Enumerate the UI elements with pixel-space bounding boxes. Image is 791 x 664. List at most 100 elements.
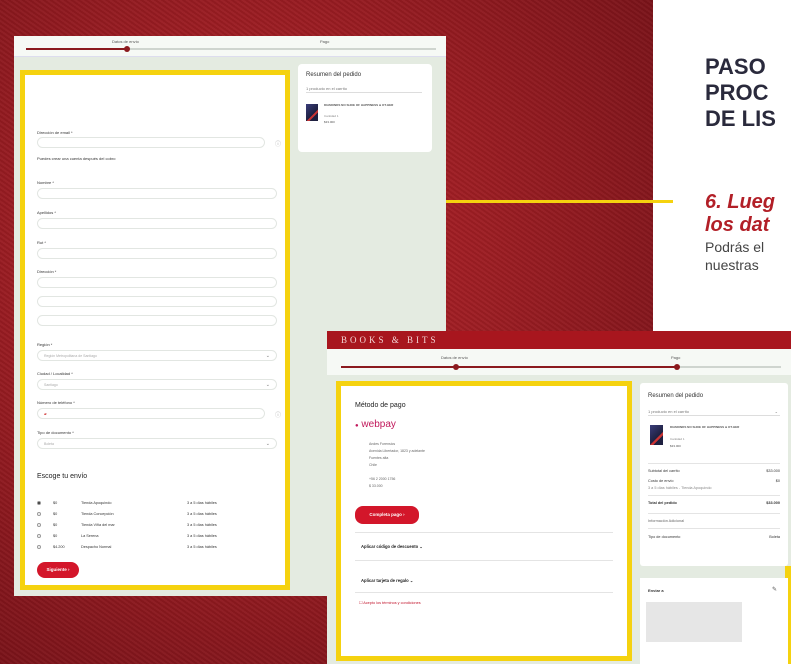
map-placeholder [646, 602, 742, 642]
step-subtitle-line-2: los dat [705, 214, 770, 236]
step-title-line-1: PASO [705, 54, 766, 79]
document-label: Tipo de documento [648, 535, 681, 539]
divider [355, 560, 613, 561]
shipping-days: 3 a 5 días hábiles [187, 523, 217, 527]
shipping-days: 3 a 5 días hábiles [187, 501, 217, 505]
address-field-1[interactable] [37, 277, 277, 288]
progress-track [677, 366, 781, 368]
document-select[interactable]: Boleta ⌄ [37, 438, 277, 449]
terms-label: Acepto los términos y condiciones [363, 601, 421, 605]
subtotal-value: $33.000 [766, 469, 780, 473]
document-value: Boleta [769, 535, 780, 539]
shipping-price: $0 [53, 512, 58, 516]
shipping-option[interactable]: $4.200 Despacho Normal 3 a 5 días hábile… [37, 545, 277, 551]
complete-payment-button[interactable]: Completa pago › [355, 506, 419, 524]
step-payment-label: Pago [671, 355, 681, 360]
cart-toggle[interactable]: 1 producto en el carrito ⌄ [648, 409, 780, 416]
address-field-3[interactable] [37, 315, 277, 326]
flag-icon: ▰ [44, 412, 47, 416]
next-button[interactable]: Siguiente › [37, 562, 79, 578]
region-label: Región * [37, 342, 53, 347]
subtotal-row: Subtotal del carrito $33.000 [648, 469, 780, 473]
subtotal-label: Subtotal del carrito [648, 469, 680, 473]
order-summary: Resumen del pedido 1 producto en el carr… [640, 383, 788, 566]
radio-selected-icon: ● [355, 423, 359, 429]
radio[interactable] [37, 523, 41, 527]
giftcard-label: Aplicar tarjeta de regalo [361, 578, 409, 583]
product-name: DIAMONDS NO SHOE OF HAPPINESS & OT-HER [670, 425, 740, 429]
cart-toggle-label: 1 producto en el carrito [306, 86, 347, 91]
address-field-2[interactable] [37, 296, 277, 307]
shipping-price: $0 [53, 523, 58, 527]
document-value: Boleta [44, 442, 54, 446]
region-select[interactable]: Región Metropolitana de Santiago ⌄ [37, 350, 277, 361]
step-description-line-2: nuestras [705, 257, 759, 273]
divider [648, 495, 780, 496]
merchant-line: Chile [369, 463, 377, 467]
phone-label: Número de teléfono * [37, 400, 75, 405]
shipping-name: Tienda Apoquindo [81, 501, 112, 505]
step-title-line-2: PROC [705, 80, 769, 105]
shipping-option[interactable]: $0 Tienda Apoquindo 3 a 5 días hábiles [37, 501, 277, 507]
giftcard-toggle[interactable]: Aplicar tarjeta de regalo ⌄ [361, 578, 413, 583]
merchant-line: Fuentes alta [369, 456, 389, 460]
progress-dot [674, 364, 680, 370]
step-subtitle-line-1: 6. Lueg [705, 191, 776, 213]
merchant-line: Andes Forensics [369, 442, 396, 446]
name-field[interactable] [37, 188, 277, 199]
summary-title: Resumen del pedido [648, 393, 704, 399]
shipping-name: La Serena [81, 534, 99, 538]
complete-payment-label: Completa pago [369, 512, 402, 517]
radio[interactable] [37, 534, 41, 538]
cart-toggle-label: 1 producto en el carrito [648, 409, 689, 414]
step-payment-label: Pago [320, 39, 330, 44]
document-row: Tipo de documento Boleta [648, 535, 780, 539]
progress-track [126, 48, 436, 50]
rut-field[interactable] [37, 248, 277, 259]
shipping-option[interactable]: $0 La Serena 3 a 5 días hábiles [37, 534, 277, 540]
book-cover [650, 425, 663, 445]
shipping-option[interactable]: $0 Tienda Concepción 3 a 5 días hábiles [37, 512, 277, 518]
email-field[interactable] [37, 137, 265, 148]
chevron-down-icon: ⌄ [265, 353, 270, 359]
city-select[interactable]: Santiago ⌄ [37, 379, 277, 390]
step-shipping-label: Datos de envío [112, 39, 139, 44]
merchant-line: +56 2 2000 1756 [369, 477, 396, 481]
progress-dot [124, 46, 130, 52]
phone-field[interactable]: ▰ [37, 408, 265, 419]
summary-title: Resumen del pedido [306, 72, 362, 78]
progress-filled [341, 366, 677, 368]
webpay-option[interactable]: ● webpay [355, 419, 396, 430]
shipping-days: 3 a 5 días hábiles [187, 512, 217, 516]
cart-toggle[interactable]: 1 producto en el carrito [306, 86, 422, 93]
shipping-row: Costo de envío $0 [648, 479, 780, 483]
terms-checkbox[interactable]: ☐ Acepto los términos y condiciones [359, 600, 421, 605]
ship-to-panel: Enviar a ✎ [640, 578, 788, 664]
document-label: Tipo de documento * [37, 430, 74, 435]
chevron-down-icon: ⌄ [774, 409, 778, 414]
name-label: Nombre * [37, 180, 54, 185]
progress-dot [453, 364, 459, 370]
edit-icon[interactable]: ✎ [772, 586, 777, 593]
radio-selected[interactable] [37, 501, 41, 505]
step-shipping-label: Datos de envío [441, 355, 468, 360]
lastname-field[interactable] [37, 218, 277, 229]
payment-title: Método de pago [355, 402, 406, 409]
shipping-value: $0 [775, 479, 780, 483]
shipping-option[interactable]: $0 Tienda Viña del mar 3 a 5 días hábile… [37, 523, 277, 529]
book-cover [306, 104, 318, 121]
merchant-line: $ 33.000 [369, 484, 383, 488]
next-button-label: Siguiente [46, 567, 67, 572]
radio[interactable] [37, 512, 41, 516]
divider [355, 532, 613, 533]
payment-progress: Datos de envío Pago [327, 349, 791, 375]
shipping-name: Tienda Viña del mar [81, 523, 115, 527]
order-summary: Resumen del pedido 1 producto en el carr… [298, 64, 432, 152]
coupon-toggle[interactable]: Aplicar código de descuento ⌄ [361, 544, 423, 549]
info-icon: ⓘ [275, 142, 282, 148]
coupon-label: Aplicar código de descuento [361, 544, 419, 549]
radio[interactable] [37, 545, 41, 549]
shipping-price: $0 [53, 501, 58, 505]
divider [648, 528, 780, 529]
brand-logo: BOOKS & BITS [341, 335, 439, 345]
